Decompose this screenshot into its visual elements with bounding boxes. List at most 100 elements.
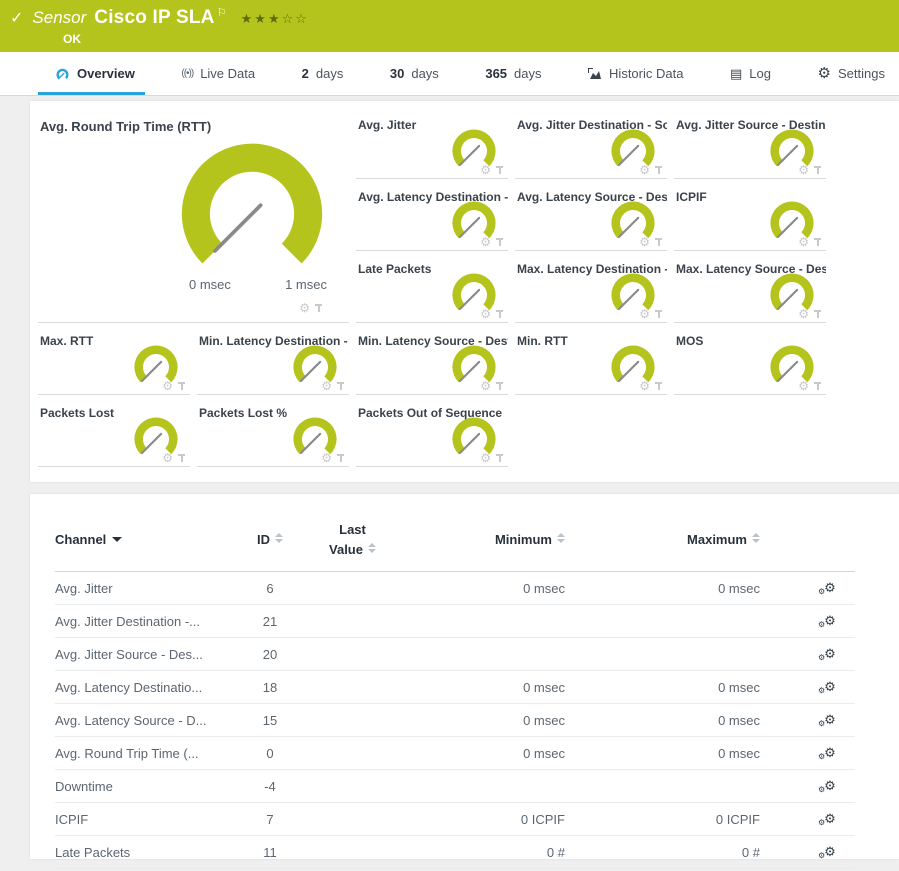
pin-icon[interactable]	[177, 381, 186, 391]
channel-maximum: 0 ICPIF	[565, 803, 760, 836]
gear-icon[interactable]: ⚙	[162, 380, 173, 392]
tab-settings[interactable]: ⚙ Settings	[818, 52, 885, 95]
gear-icon[interactable]: ⚙	[321, 380, 332, 392]
gauge-chart	[447, 412, 501, 457]
column-header-minimum[interactable]: Minimum	[400, 508, 565, 572]
gauge-chart	[606, 124, 660, 169]
gear-icon[interactable]: ⚙	[798, 308, 809, 320]
gauge-tile[interactable]: Max. Latency Source - Destin...⚙	[674, 257, 826, 323]
gauge-tile[interactable]: Packets Out of Sequence⚙	[356, 401, 508, 467]
pin-icon[interactable]	[813, 237, 822, 247]
gauge-tile[interactable]: ICPIF⚙	[674, 185, 826, 251]
gear-icon[interactable]: ⚙	[639, 164, 650, 176]
pin-icon[interactable]	[654, 309, 663, 319]
pin-icon[interactable]	[336, 381, 345, 391]
gauge-tile[interactable]: Avg. Jitter Destination - Source⚙	[515, 113, 667, 179]
sort-icon	[275, 533, 283, 543]
tab-365-days[interactable]: 365 days	[485, 52, 541, 95]
column-header-last-value[interactable]: Last Value	[305, 508, 400, 572]
gauge-tile[interactable]: Max. Latency Destination - So...⚙	[515, 257, 667, 323]
gauge-tile[interactable]: Avg. Jitter Source - Destination⚙	[674, 113, 826, 179]
pin-icon[interactable]	[654, 165, 663, 175]
pin-icon[interactable]	[177, 453, 186, 463]
edit-channel-gears-icon[interactable]: ⚙⚙	[818, 647, 836, 662]
pin-icon[interactable]	[813, 381, 822, 391]
tab-live-data[interactable]: ((•)) Live Data	[181, 52, 255, 95]
gauge-tile[interactable]: Avg. Latency Destination - So...⚙	[356, 185, 508, 251]
pin-icon[interactable]	[495, 453, 504, 463]
column-header-id[interactable]: ID	[235, 508, 305, 572]
edit-channel-gears-icon[interactable]: ⚙⚙	[818, 614, 836, 629]
edit-channel-gears-icon[interactable]: ⚙⚙	[818, 779, 836, 794]
edit-channel-gears-icon[interactable]: ⚙⚙	[818, 746, 836, 761]
pin-icon[interactable]	[495, 237, 504, 247]
pin-icon[interactable]	[314, 303, 323, 313]
gear-icon[interactable]: ⚙	[798, 164, 809, 176]
channel-minimum: 0 msec	[400, 737, 565, 770]
edit-channel-gears-icon[interactable]: ⚙⚙	[818, 812, 836, 827]
gear-icon[interactable]: ⚙	[639, 380, 650, 392]
pin-icon[interactable]	[654, 381, 663, 391]
edit-channel-gears-icon[interactable]: ⚙⚙	[818, 680, 836, 695]
tab-overview[interactable]: Overview	[55, 52, 135, 95]
gear-icon[interactable]: ⚙	[480, 452, 491, 464]
gear-icon[interactable]: ⚙	[798, 380, 809, 392]
gauge-tile[interactable]: Min. Latency Source - Destina...⚙	[356, 329, 508, 395]
tile-actions: ⚙	[798, 308, 822, 320]
tile-actions: ⚙	[639, 164, 663, 176]
tab-30-days[interactable]: 30 days	[390, 52, 439, 95]
tile-actions: ⚙	[162, 380, 186, 392]
edit-channel-gears-icon[interactable]: ⚙⚙	[818, 581, 836, 596]
gauge-tile[interactable]: Max. RTT⚙	[38, 329, 190, 395]
column-header-channel[interactable]: Channel	[55, 508, 235, 572]
gear-icon[interactable]: ⚙	[480, 164, 491, 176]
edit-channel-gears-icon[interactable]: ⚙⚙	[818, 713, 836, 728]
channel-last-value	[305, 704, 400, 737]
gauge-tile[interactable]: Min. Latency Destination - So...⚙	[197, 329, 349, 395]
gear-icon[interactable]: ⚙	[798, 236, 809, 248]
pin-icon[interactable]	[495, 309, 504, 319]
gauge-chart	[129, 340, 183, 385]
gauge-tile-primary[interactable]: Avg. Round Trip Time (RTT) 0 msec 1 msec…	[38, 113, 349, 323]
tab-historic-data[interactable]: Historic Data	[588, 52, 683, 95]
channel-table: Channel ID Last Value Minimum Maximum Av…	[55, 508, 855, 869]
table-row: Avg. Round Trip Time (... 0 0 msec 0 mse…	[55, 737, 855, 770]
gear-icon[interactable]: ⚙	[639, 308, 650, 320]
pin-icon[interactable]	[813, 165, 822, 175]
gear-icon[interactable]: ⚙	[480, 308, 491, 320]
channel-last-value	[305, 572, 400, 605]
pin-icon[interactable]	[654, 237, 663, 247]
flag-icon[interactable]: ⚐	[217, 7, 227, 19]
gauge-tile[interactable]: Packets Lost⚙	[38, 401, 190, 467]
gauge-chart	[606, 196, 660, 241]
gauge-tile[interactable]: Avg. Latency Source - Destin...⚙	[515, 185, 667, 251]
channel-id: -4	[235, 770, 305, 803]
tile-actions: ⚙	[480, 164, 504, 176]
pin-icon[interactable]	[813, 309, 822, 319]
gear-icon[interactable]: ⚙	[480, 380, 491, 392]
pin-icon[interactable]	[495, 165, 504, 175]
tab-2-days[interactable]: 2 days	[302, 52, 344, 95]
column-header-maximum[interactable]: Maximum	[565, 508, 760, 572]
sensor-header: ✓ Sensor Cisco IP SLA⚐ ★★★☆☆ OK	[0, 0, 899, 52]
gauge-tile[interactable]: Min. RTT⚙	[515, 329, 667, 395]
gear-icon[interactable]: ⚙	[321, 452, 332, 464]
tab-log[interactable]: ▤ Log	[730, 52, 771, 95]
gear-icon[interactable]: ⚙	[299, 302, 310, 314]
table-row: Avg. Jitter Destination -... 21 ⚙⚙	[55, 605, 855, 638]
pin-icon[interactable]	[336, 453, 345, 463]
gear-icon[interactable]: ⚙	[480, 236, 491, 248]
pin-icon[interactable]	[495, 381, 504, 391]
gauge-tile[interactable]: MOS⚙	[674, 329, 826, 395]
gauge-chart	[765, 124, 819, 169]
priority-stars[interactable]: ★★★☆☆	[241, 11, 309, 27]
channel-maximum: 0 msec	[565, 572, 760, 605]
gauge-tile[interactable]: Avg. Jitter⚙	[356, 113, 508, 179]
edit-channel-gears-icon[interactable]: ⚙⚙	[818, 845, 836, 860]
object-kind-label: Sensor	[32, 8, 86, 28]
gauge-tile[interactable]: Late Packets⚙	[356, 257, 508, 323]
table-row: Avg. Jitter 6 0 msec 0 msec ⚙⚙	[55, 572, 855, 605]
gear-icon[interactable]: ⚙	[639, 236, 650, 248]
gear-icon[interactable]: ⚙	[162, 452, 173, 464]
gauge-tile[interactable]: Packets Lost %⚙	[197, 401, 349, 467]
